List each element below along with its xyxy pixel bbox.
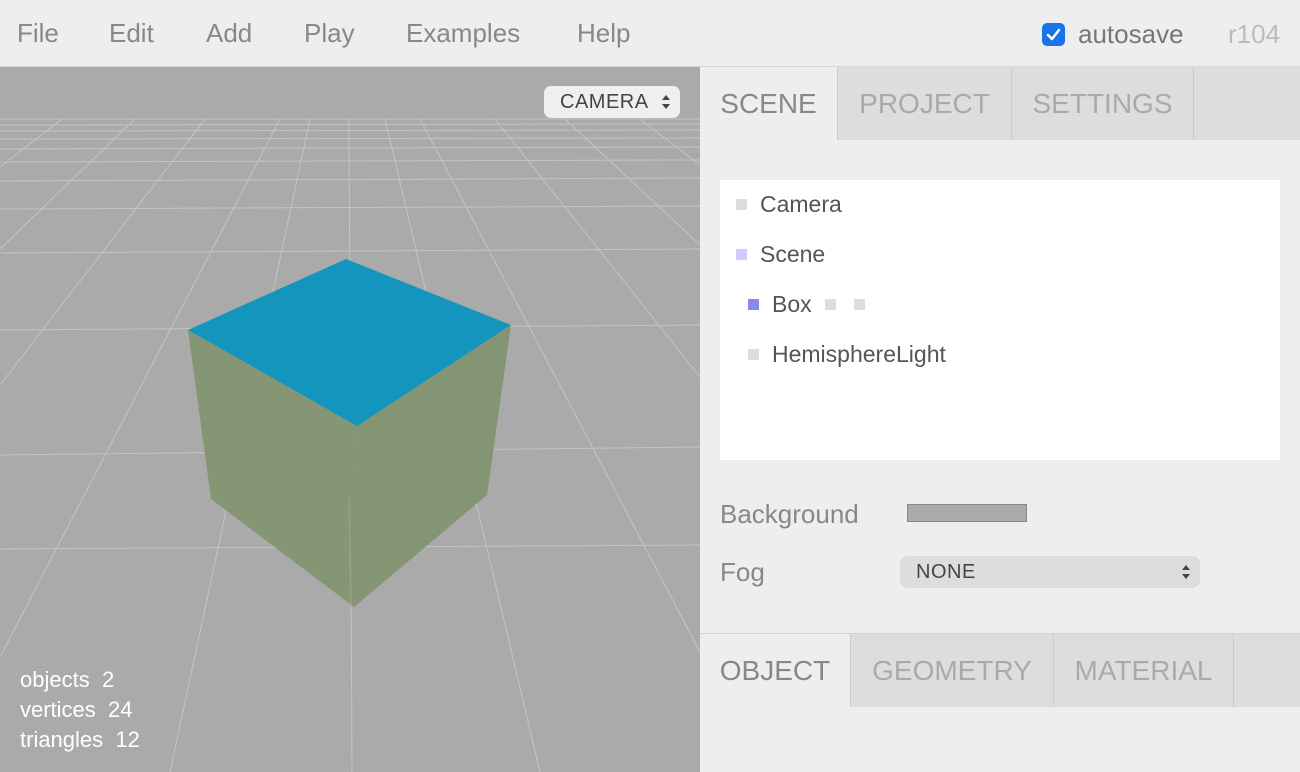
stats-objects-label: objects: [20, 667, 90, 692]
outliner-item-label: Box: [772, 291, 812, 317]
background-label: Background: [720, 499, 859, 529]
camera-select[interactable]: CAMERA: [544, 86, 680, 118]
tab-project[interactable]: PROJECT: [838, 67, 1012, 140]
menu-edit[interactable]: Edit: [109, 18, 154, 49]
outliner-item-hemispherelight[interactable]: HemisphereLight: [748, 341, 946, 368]
camera-select-value: CAMERA: [560, 90, 649, 113]
fog-select-value: NONE: [916, 560, 976, 583]
menu-help[interactable]: Help: [577, 18, 630, 49]
camera-type-icon: [736, 199, 747, 210]
mesh-type-icon: [748, 299, 759, 310]
menubar: File Edit Add Play Examples Help autosav…: [0, 0, 1300, 67]
tab-scene[interactable]: SCENE: [700, 67, 838, 140]
tab-object[interactable]: OBJECT: [700, 634, 851, 707]
light-type-icon: [748, 349, 759, 360]
menu-add[interactable]: Add: [206, 18, 252, 49]
scene-outliner[interactable]: Camera Scene Box HemisphereLight: [720, 180, 1280, 460]
select-arrows-icon: [662, 95, 670, 109]
material-icon: [853, 299, 865, 310]
outliner-item-label: Scene: [760, 241, 826, 267]
stats-objects-value: 2: [101, 667, 115, 692]
background-color-swatch[interactable]: [907, 504, 1027, 522]
menu-play[interactable]: Play: [304, 18, 355, 49]
stats-triangles: triangles 12: [20, 727, 140, 753]
bottom-tabs: OBJECT GEOMETRY MATERIAL: [700, 634, 1300, 707]
fog-select[interactable]: NONE: [900, 556, 1200, 588]
stats-vertices-label: vertices: [20, 697, 96, 722]
outliner-item-camera[interactable]: Camera: [736, 191, 842, 218]
top-tabs: SCENE PROJECT SETTINGS: [700, 67, 1300, 140]
outliner-item-box[interactable]: Box: [748, 291, 865, 318]
autosave-label: autosave: [1078, 19, 1184, 49]
stats-triangles-label: triangles: [20, 727, 104, 752]
outliner-item-label: HemisphereLight: [772, 341, 946, 367]
outliner-item-label: Camera: [760, 191, 842, 217]
version-label: r104: [1228, 19, 1281, 49]
autosave-checkbox[interactable]: [1042, 23, 1065, 46]
viewport[interactable]: CAMERA objects 2 vertices 24 triangles 1…: [0, 67, 700, 772]
outliner-item-scene[interactable]: Scene: [736, 241, 825, 268]
tab-settings[interactable]: SETTINGS: [1012, 67, 1194, 140]
select-arrows-icon: [1182, 565, 1190, 579]
scene-type-icon: [736, 249, 747, 260]
fog-label: Fog: [720, 557, 765, 587]
tab-material[interactable]: MATERIAL: [1054, 634, 1234, 707]
menu-examples[interactable]: Examples: [406, 18, 520, 49]
stats-vertices-value: 24: [108, 697, 133, 722]
checkmark-icon: [1046, 28, 1061, 41]
stats-objects: objects 2: [20, 667, 114, 693]
autosave-toggle[interactable]: autosave: [1042, 19, 1184, 50]
stats-vertices: vertices 24: [20, 697, 133, 723]
geometry-icon: [824, 299, 836, 310]
menu-file[interactable]: File: [17, 18, 59, 49]
stats-triangles-value: 12: [115, 727, 140, 752]
sidebar: SCENE PROJECT SETTINGS Camera Scene Box …: [700, 67, 1300, 772]
tab-geometry[interactable]: GEOMETRY: [851, 634, 1054, 707]
